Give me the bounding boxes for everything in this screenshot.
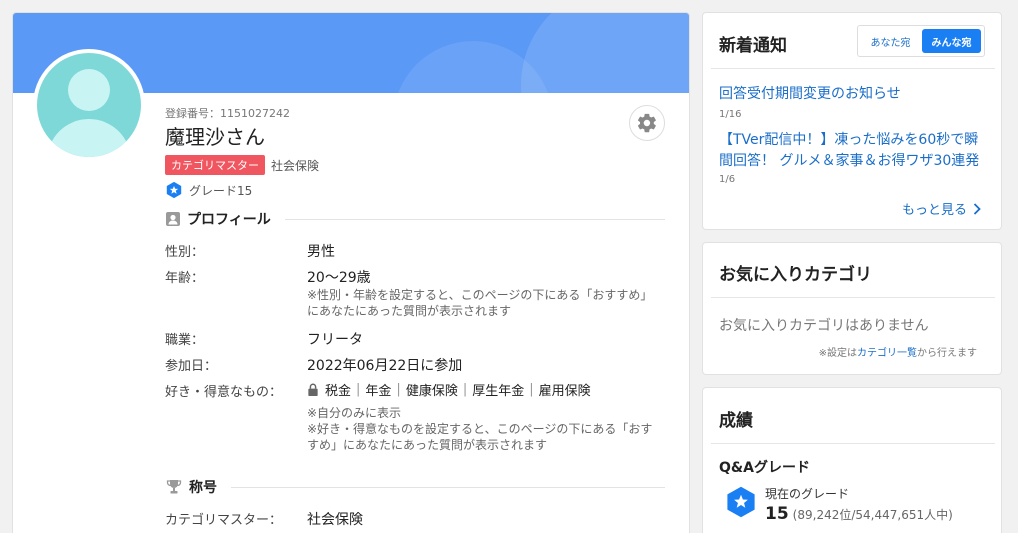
like-item: 年金 [365,384,392,399]
title-section-heading: 称号 [165,477,665,497]
category-name: 社会保険 [271,158,320,173]
settings-button[interactable] [629,105,665,141]
join-label: 参加日： [165,359,218,374]
category-master-badge: カテゴリマスター [165,155,265,175]
notification-date: 1/16 [719,109,742,120]
profile-section-heading: プロフィール [165,209,665,229]
job-label: 職業： [165,333,205,348]
notifications-title: 新着通知 [719,36,787,56]
more-notifications-link[interactable]: もっと見る [902,199,981,218]
favorite-categories-card: お気に入りカテゴリ お気に入りカテゴリはありません ※設定はカテゴリ一覧から行え… [702,242,1002,375]
join-value: 2022年06月22日に参加 [307,358,463,374]
job-value: フリータ [307,332,363,348]
current-grade-label: 現在のグレード [765,487,850,501]
grade-star-icon [166,181,182,199]
category-list-link[interactable]: カテゴリ一覧 [857,348,917,359]
likes-label: 好き・得意なもの： [165,385,283,400]
gear-icon [637,113,656,133]
profile-card: 登録番号：1151027242 魔理沙さん カテゴリマスター 社会保険 グレード… [12,12,690,533]
notification-date: 1/6 [719,174,736,185]
profile-section-title: プロフィール [187,212,271,228]
notifications-card: 新着通知 あなた宛 みんな宛 回答受付期間変更のお知らせ 1/16 【TVer配… [702,12,1002,230]
favorites-title: お気に入りカテゴリ [719,265,872,285]
grade-label: グレード15 [189,183,253,198]
trophy-icon [166,480,182,494]
divider [711,68,995,69]
category-badge-row: カテゴリマスター 社会保険 [165,155,319,175]
results-title: 成績 [719,411,753,431]
user-name: 魔理沙さん [165,125,265,149]
likes-note: ※自分のみに表示 ※好き・得意なものを設定すると、このページの下にある「おす す… [307,406,653,452]
like-item: 健康保険 [405,384,458,399]
grade-row: グレード15 [165,181,252,199]
qa-grade-title: Q&Aグレード [719,460,810,476]
like-item: 雇用保険 [538,384,591,399]
favorites-empty-message: お気に入りカテゴリはありません [719,318,929,334]
current-grade: 15 (89,242位/54,447,651人中) [765,504,953,524]
divider [711,443,995,444]
results-card: 成績 Q&Aグレード 現在のグレード 15 (89,242位/54,447,651… [702,387,1002,533]
more-link-label: もっと見る [901,203,967,218]
lock-icon [308,383,318,396]
notification-link[interactable]: 回答受付期間変更のお知らせ [719,84,989,105]
profile-card-icon [166,212,180,226]
gender-label: 性別： [165,245,205,260]
title-section-title: 称号 [189,480,217,496]
master-label: カテゴリマスター： [165,513,283,528]
age-note: ※性別・年齢を設定すると、このページの下にある「おすすめ」 にあなたにあった質問… [307,288,653,318]
current-grade-value: 15 [765,504,789,524]
divider [711,297,995,298]
master-category-link[interactable]: 社会保険 [307,509,363,529]
gender-value: 男性 [307,244,335,260]
avatar[interactable] [33,49,145,161]
notification-link[interactable]: 【TVer配信中！】凍った悩みを60秒で瞬間回答！ グルメ＆家事＆お得ワザ30連… [719,130,989,172]
like-item: 税金 [325,384,352,399]
age-label: 年齢： [165,271,205,286]
grade-rank: (89,242位/54,447,651人中) [792,508,953,522]
chevron-right-icon [973,202,981,215]
tab-all[interactable]: みんな宛 [922,29,981,53]
tab-you[interactable]: あなた宛 [861,29,920,53]
registration-number: 登録番号：1151027242 [165,107,290,120]
notification-filter-toggle: あなた宛 みんな宛 [857,25,985,57]
grade-star-icon [727,486,755,518]
like-item: 厚生年金 [472,384,525,399]
likes-list: 税金 | 年金 | 健康保険 | 厚生年金 | 雇用保険 [307,380,591,399]
favorites-hint: ※設定はカテゴリ一覧から行えます [818,348,977,359]
age-value: 20〜29歳 [307,270,371,286]
